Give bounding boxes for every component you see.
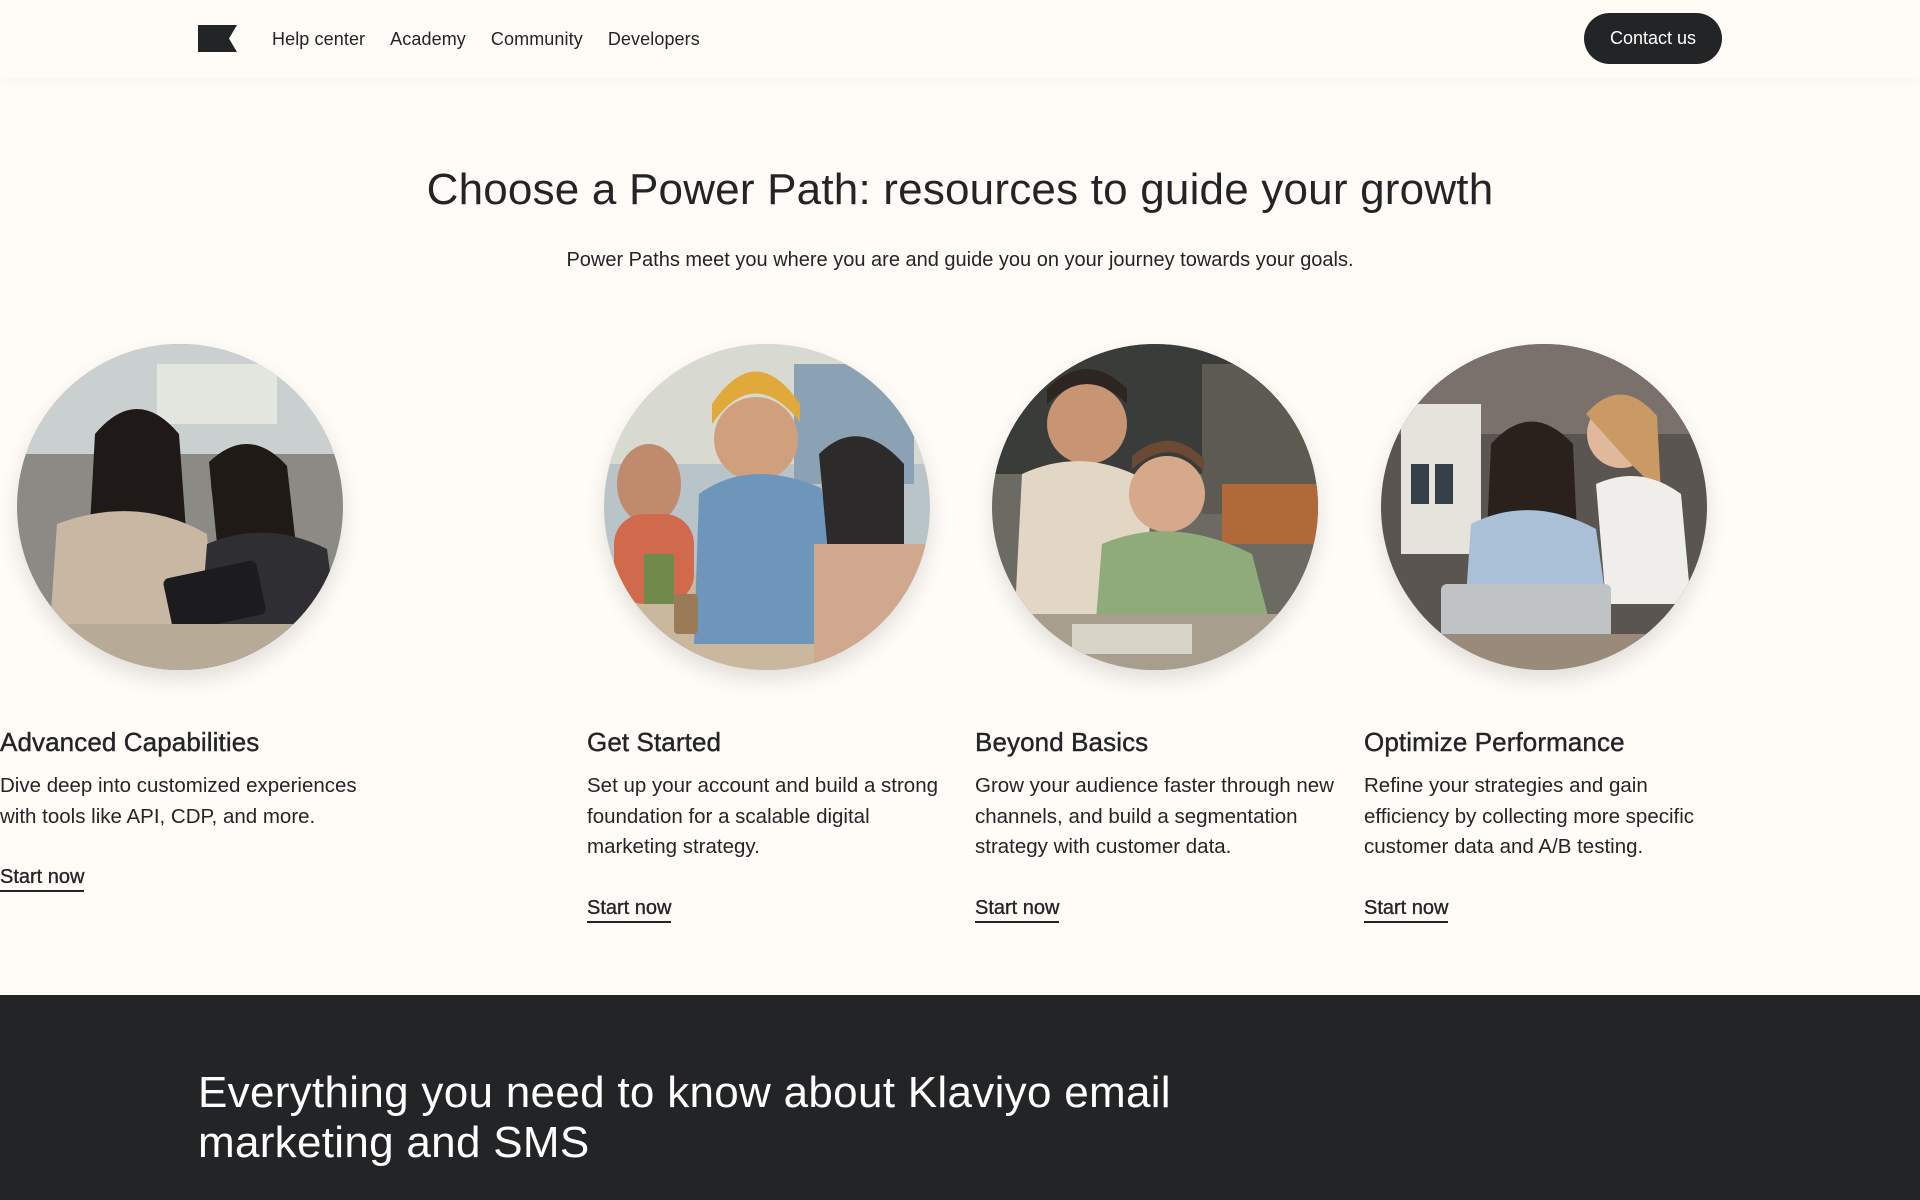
main-nav: Help center Academy Community Developers: [272, 0, 725, 78]
path-title: Get Started: [587, 727, 722, 757]
team-collaboration-photo-icon: [1381, 344, 1707, 670]
path-description: Dive deep into customized experiences wi…: [0, 774, 357, 828]
path-title: Optimize Performance: [1364, 727, 1625, 757]
site-header: Help center Academy Community Developers…: [0, 0, 1920, 78]
start-now-link[interactable]: Start now: [1364, 897, 1449, 923]
path-description: Grow your audience faster through new ch…: [975, 774, 1334, 858]
nav-help-center[interactable]: Help center: [272, 29, 365, 50]
start-now-link[interactable]: Start now: [587, 897, 672, 923]
nav-community[interactable]: Community: [491, 29, 583, 50]
team-collaboration-photo-icon: [604, 344, 930, 670]
team-collaboration-photo-icon: [992, 344, 1318, 670]
start-now-link[interactable]: Start now: [0, 866, 85, 892]
path-description: Set up your account and build a strong f…: [587, 774, 939, 858]
path-description: Refine your strategies and gain efficien…: [1364, 774, 1695, 858]
path-title: Beyond Basics: [975, 727, 1149, 757]
path-title: Advanced Capabilities: [0, 727, 260, 757]
nav-academy[interactable]: Academy: [390, 29, 466, 50]
contact-us-button[interactable]: Contact us: [1584, 13, 1722, 64]
klaviyo-email-sms-banner: Everything you need to know about Klaviy…: [0, 995, 1920, 1200]
page-subtitle: Power Paths meet you where you are and g…: [566, 249, 1354, 271]
nav-developers[interactable]: Developers: [608, 29, 700, 50]
klaviyo-logo-icon[interactable]: [198, 25, 237, 52]
banner-heading: Everything you need to know about Klaviy…: [198, 1068, 1171, 1167]
page-title: Choose a Power Path: resources to guide …: [426, 165, 1494, 214]
start-now-link[interactable]: Start now: [975, 897, 1060, 923]
team-collaboration-photo-icon: [17, 344, 343, 670]
